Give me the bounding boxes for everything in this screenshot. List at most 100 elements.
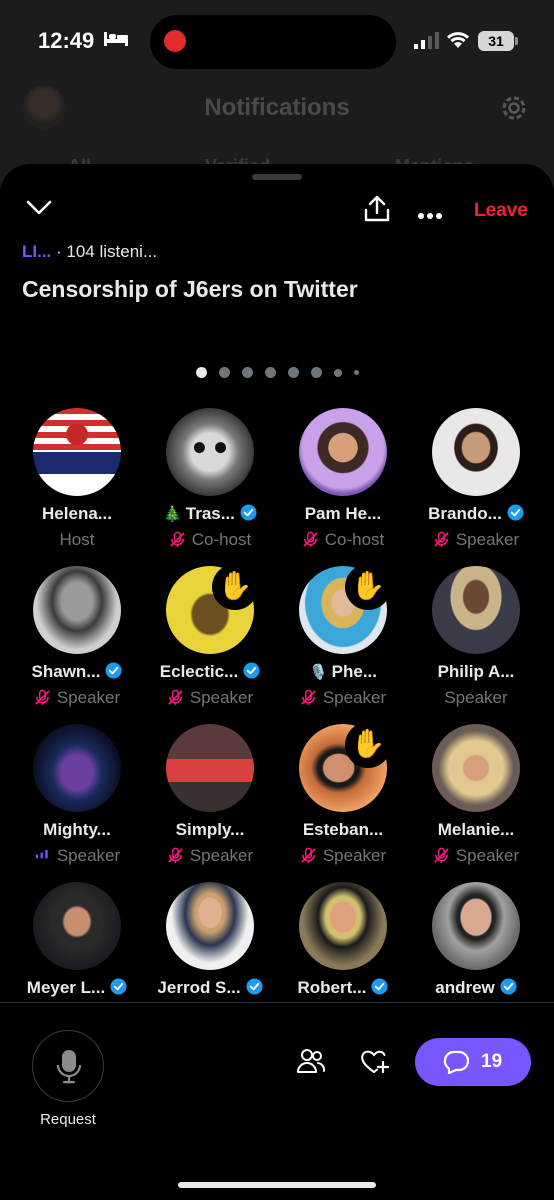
mic-muted-icon [168,847,183,864]
page-title: Notifications [204,94,350,121]
participant-role: Speaker [274,846,412,866]
participant-item[interactable]: andrew [407,882,545,1002]
page-dot[interactable] [264,367,276,379]
page-dot[interactable] [241,367,253,379]
participant-item[interactable]: Jerrod S... [141,882,279,1002]
participant-name: Philip A... [407,662,545,682]
participant-name-text: Tras... [185,504,235,523]
comments-button[interactable]: 19 [415,1038,531,1086]
share-icon[interactable] [362,194,392,224]
avatar[interactable] [299,882,387,970]
avatar[interactable] [432,408,520,496]
avatar[interactable] [33,408,121,496]
participant-name-text: Phe... [331,662,378,681]
verified-badge-icon [243,662,260,679]
sheet-grabber[interactable] [252,174,302,180]
home-indicator[interactable] [178,1182,376,1188]
heart-plus-icon[interactable] [360,1049,390,1075]
page-dot[interactable] [353,370,359,376]
participant-name: Shawn... [8,662,146,682]
avatar[interactable] [166,408,254,496]
participant-item[interactable]: ✋ Esteban... Speaker [274,722,412,866]
more-options-icon[interactable] [418,206,445,224]
participant-grid: Helena... Host 🎄 Tras... Co-host Pam He... Co-… [0,408,554,1002]
participant-role-text: Host [59,530,95,549]
microphone-icon [56,1050,82,1084]
participant-name-text: Jerrod S... [157,978,241,997]
mic-muted-icon [434,531,449,548]
participant-name: Jerrod S... [141,978,279,998]
participant-name: Brando... [407,504,545,524]
participant-role-text: Speaker [189,846,254,865]
participant-name: Eclectic... [141,662,279,682]
participant-name-text: Meyer L... [26,978,106,997]
avatar[interactable] [166,882,254,970]
mic-muted-icon [303,531,318,548]
participant-item[interactable]: Brando... Speaker [407,408,545,550]
participant-name-text: Melanie... [437,820,515,839]
participant-item[interactable]: Philip A... Speaker [407,566,545,708]
leave-button[interactable]: Leave [474,200,528,222]
page-dot[interactable] [195,367,207,379]
verified-badge-icon [105,662,123,679]
mic-muted-icon [35,689,50,706]
avatar[interactable] [432,882,520,970]
mic-muted-icon [168,689,183,706]
avatar[interactable] [432,566,520,654]
verified-badge-icon [500,978,517,995]
sleep-focus-icon [104,32,128,46]
request-label: Request [40,1111,96,1128]
participant-name-text: Helena... [42,504,112,523]
page-dot[interactable] [218,367,230,379]
participant-role-text: Speaker [189,688,254,707]
page-dot[interactable] [310,367,322,379]
mic-muted-icon [301,847,316,864]
participant-name: 🎙️ Phe... [274,662,412,682]
avatar[interactable] [33,724,121,812]
participant-name-text: Philip A... [437,662,515,681]
participant-name-text: andrew [435,978,495,997]
participant-item[interactable]: Pam He... Co-host [274,408,412,550]
participant-item[interactable]: Melanie... Speaker [407,724,545,866]
participant-item[interactable]: Simply... Speaker [141,724,279,866]
participant-item[interactable]: Helena... Host [8,408,146,550]
participant-item[interactable]: Shawn... Speaker [8,566,146,708]
participant-role-text: Speaker [56,846,121,865]
participant-name-text: Simply... [175,820,245,839]
participant-item[interactable]: ✋ 🎙️ Phe... Speaker [274,564,412,708]
participant-name-text: Pam He... [304,504,382,523]
participant-name-text: Shawn... [31,662,101,681]
participant-item[interactable]: Meyer L... [8,882,146,1002]
avatar[interactable] [166,724,254,812]
page-indicator [0,364,554,382]
participant-name: Simply... [141,820,279,840]
participant-name: Pam He... [274,504,412,524]
participant-item[interactable]: Robert... [274,882,412,1002]
avatar[interactable] [33,566,121,654]
verified-badge-icon [110,978,127,995]
listener-count: · 104 listeni... [56,242,158,261]
page-dot[interactable] [287,367,299,379]
clock: 12:49 [38,28,95,53]
divider [0,1002,554,1003]
participant-name-text: Esteban... [302,820,384,839]
participant-role: Co-host [141,530,279,550]
avatar[interactable] [432,724,520,812]
participant-role: Speaker [407,530,545,550]
participant-role-text: Speaker [455,846,520,865]
request-mic-button[interactable] [32,1030,104,1102]
participant-role: Speaker [141,688,279,708]
name-prefix-emoji: 🎄 [163,506,182,523]
chevron-down-icon[interactable] [26,200,52,216]
avatar[interactable] [33,882,121,970]
participant-item[interactable]: ✋ Eclectic... Speaker [141,564,279,708]
raised-hand-icon: ✋ [345,564,391,610]
people-icon[interactable] [296,1048,326,1074]
verified-badge-icon [371,978,388,995]
avatar[interactable] [299,408,387,496]
mic-muted-icon [170,531,185,548]
verified-badge-icon [240,504,257,521]
page-dot[interactable] [333,368,342,377]
participant-item[interactable]: 🎄 Tras... Co-host [141,408,279,550]
participant-item[interactable]: Mighty... Speaker [8,724,146,866]
